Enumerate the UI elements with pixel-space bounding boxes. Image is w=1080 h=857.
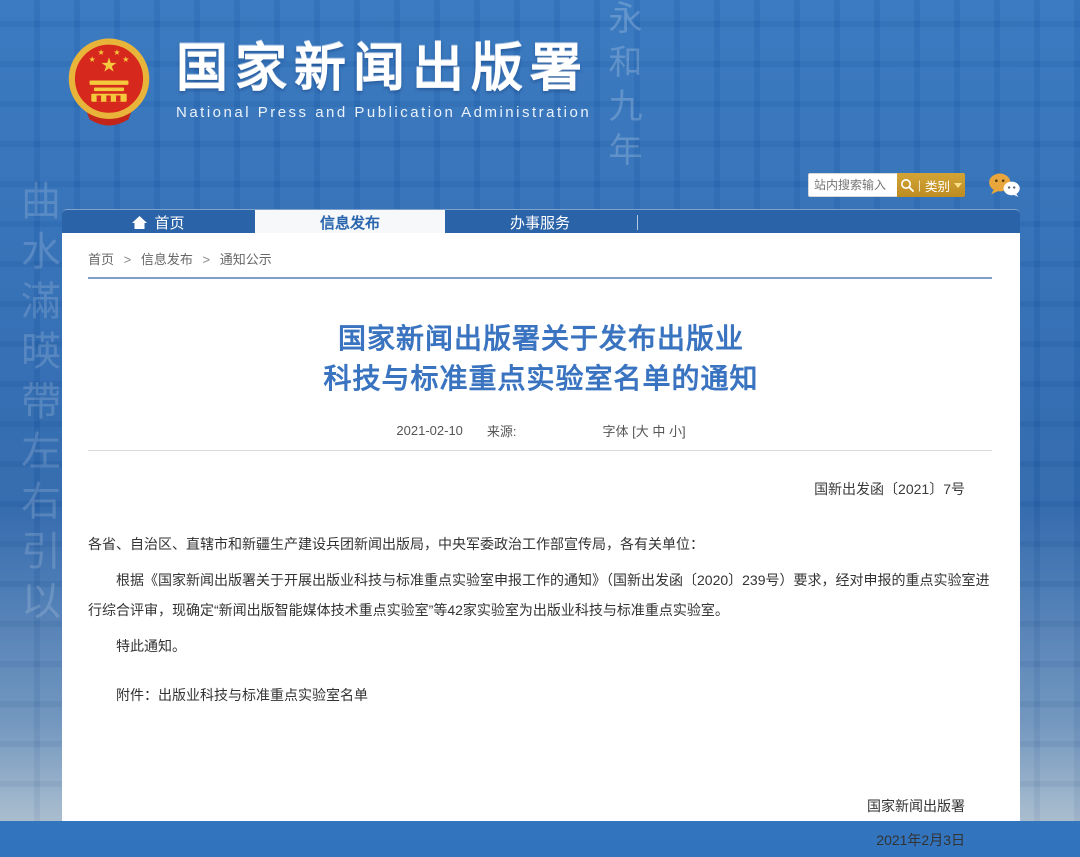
svg-text:★: ★ [97, 48, 104, 57]
breadcrumb-separator: > [203, 252, 211, 267]
nav-item-label: 首页 [154, 212, 184, 233]
article-meta: 2021-02-10 来源: 字体 [大 中 小] [62, 421, 1020, 440]
site-title: 国家新闻出版署 [176, 40, 591, 98]
breadcrumb-home[interactable]: 首页 [88, 252, 114, 267]
site-header: ★ ★ ★ ★ ★ 国家新闻出版署 National Press and Pub… [64, 38, 591, 130]
wechat-icon[interactable] [987, 172, 1021, 198]
calligraphy-watermark-header: 永和九年 [598, 0, 647, 220]
nav-item-label: 办事服务 [510, 212, 570, 233]
breadcrumb-separator: > [124, 252, 132, 267]
nav-item-information-release[interactable]: 信息发布 [255, 210, 445, 234]
home-icon [132, 216, 147, 229]
publish-date: 2021-02-10 [396, 423, 463, 438]
breadcrumb-rule [88, 277, 992, 279]
main-navigation: 首页 信息发布 办事服务 [62, 209, 1020, 234]
search-icon[interactable] [900, 178, 914, 192]
paragraph-addressees: 各省、自治区、直辖市和新疆生产建设兵团新闻出版局，中央军委政治工作部宣传局，各有… [88, 529, 990, 559]
national-emblem-icon: ★ ★ ★ ★ ★ [64, 38, 154, 130]
search-category-button[interactable]: | 类别 [897, 173, 965, 197]
paragraph-main: 根据《国家新闻出版署关于开展出版业科技与标准重点实验室申报工作的通知》（国新出发… [88, 565, 990, 625]
article-title-line2: 科技与标准重点实验室名单的通知 [323, 363, 758, 394]
article-title-line1: 国家新闻出版署关于发布出版业 [338, 323, 744, 354]
attachment-link[interactable]: 附件：出版业科技与标准重点实验室名单 [88, 685, 990, 705]
search-area: | 类别 [808, 172, 1021, 198]
signature-block: 国家新闻出版署 2021年2月3日 [62, 789, 965, 857]
search-input[interactable] [808, 173, 897, 197]
site-subtitle-english: National Press and Publication Administr… [176, 104, 591, 121]
svg-text:★: ★ [89, 55, 96, 64]
paragraph-closing: 特此通知。 [88, 631, 990, 661]
svg-text:★: ★ [113, 48, 120, 57]
article-title: 国家新闻出版署关于发布出版业 科技与标准重点实验室名单的通知 [102, 319, 980, 399]
nav-item-home[interactable]: 首页 [62, 210, 255, 234]
svg-text:★: ★ [100, 55, 117, 77]
nav-item-services[interactable]: 办事服务 [445, 210, 635, 234]
breadcrumb-information-release[interactable]: 信息发布 [141, 252, 193, 267]
font-size-control[interactable]: 字体 [大 中 小] [603, 421, 686, 440]
nav-item-label: 信息发布 [320, 212, 380, 233]
breadcrumb: 首页 > 信息发布 > 通知公示 [88, 249, 992, 268]
content-panel: 首页 > 信息发布 > 通知公示 国家新闻出版署关于发布出版业 科技与标准重点实… [62, 233, 1020, 821]
signature-agency: 国家新闻出版署 [62, 789, 965, 823]
meta-rule [88, 450, 992, 451]
svg-text:★: ★ [122, 55, 129, 64]
document-number: 国新出发函〔2021〕7号 [62, 479, 965, 499]
article-body: 各省、自治区、直辖市和新疆生产建设兵团新闻出版局，中央军委政治工作部宣传局，各有… [88, 529, 990, 661]
nav-divider [637, 215, 638, 230]
source-label: 来源: [487, 421, 517, 440]
category-dropdown-label[interactable]: 类别 [925, 176, 950, 195]
calligraphy-watermark-left: 曲水滿暎帶左右引以 [8, 180, 66, 820]
breadcrumb-notices[interactable]: 通知公示 [220, 252, 272, 267]
search-divider: | [918, 179, 921, 191]
chevron-down-icon[interactable] [954, 183, 962, 188]
signature-date: 2021年2月3日 [62, 823, 965, 857]
